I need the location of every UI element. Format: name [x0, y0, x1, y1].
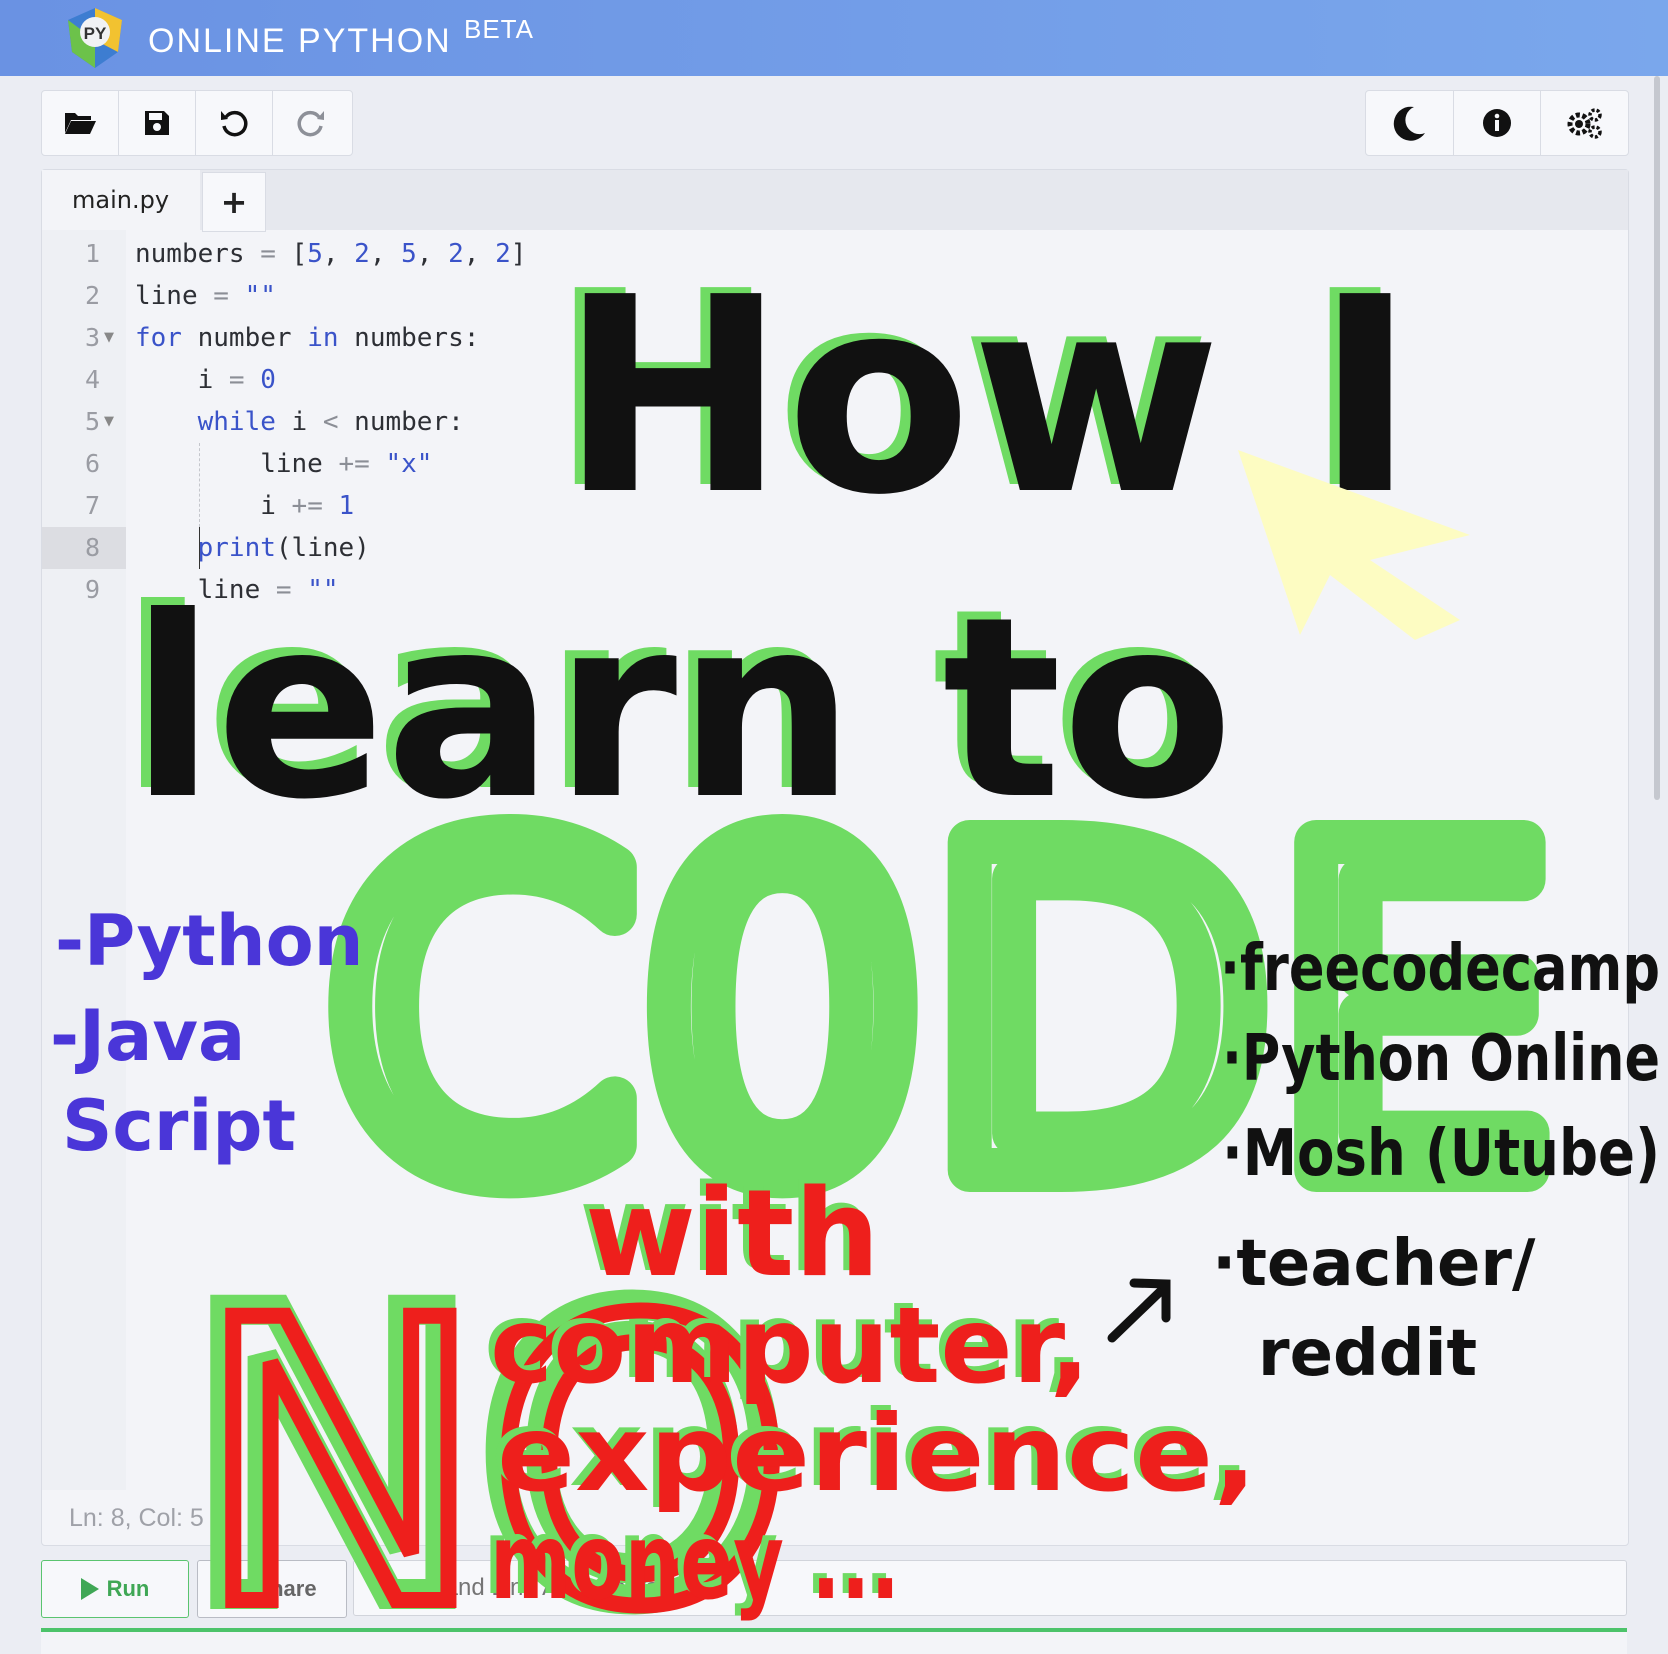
line-number: 7 — [84, 491, 100, 520]
save-icon — [145, 111, 169, 135]
cursor-position-status: Ln: 8, Col: 5 — [69, 1504, 204, 1532]
play-icon — [80, 1578, 99, 1600]
code-line[interactable]: numbers = [5, 2, 5, 2, 2] — [135, 233, 526, 275]
beta-badge: BETA — [464, 14, 534, 44]
code-line[interactable]: i = 0 — [135, 359, 276, 401]
line-number: 9 — [84, 575, 100, 604]
line-number: 5 — [84, 407, 100, 436]
save-file-button[interactable] — [119, 91, 196, 155]
line-number: 3 — [84, 323, 100, 352]
line-number: 2 — [84, 281, 100, 310]
code-line[interactable]: for number in numbers: — [135, 317, 479, 359]
share-label: Share — [255, 1576, 317, 1601]
gears-icon — [1567, 108, 1602, 139]
info-icon — [1483, 109, 1511, 137]
fold-arrow-icon[interactable]: ▼ — [104, 414, 114, 429]
folder-open-icon — [65, 113, 96, 134]
redo-button[interactable] — [273, 91, 349, 155]
app-header: PY ONLINE PYTHON BETA — [0, 0, 1668, 76]
file-toolbar — [41, 90, 353, 156]
run-button[interactable]: Run — [41, 1560, 189, 1618]
info-button[interactable] — [1454, 91, 1542, 155]
share-icon — [229, 1581, 248, 1597]
redo-icon — [297, 110, 324, 137]
code-line[interactable]: print(line) — [135, 527, 370, 569]
code-editor[interactable]: main.py + 1 2 3 ▼ 4 5 ▼ 6 7 8 9 numbers … — [41, 169, 1629, 1546]
undo-icon — [221, 110, 248, 137]
code-line[interactable]: while i < number: — [135, 401, 464, 443]
code-line[interactable]: line += "x" — [135, 443, 432, 485]
moon-icon — [1394, 106, 1426, 141]
tab-bar: main.py + — [42, 170, 1628, 232]
undo-button[interactable] — [196, 91, 273, 155]
dark-mode-button[interactable] — [1366, 91, 1454, 155]
line-number: 6 — [84, 449, 100, 478]
fold-arrow-icon[interactable]: ▼ — [104, 330, 114, 345]
settings-button[interactable] — [1541, 91, 1628, 155]
logo-text: PY — [84, 24, 107, 43]
line-gutter: 1 2 3 ▼ 4 5 ▼ 6 7 8 9 — [42, 230, 126, 1490]
page-scrollbar[interactable] — [1654, 76, 1660, 800]
tab-main-py[interactable]: main.py — [42, 170, 200, 230]
app-title: ONLINE PYTHON — [148, 22, 452, 60]
open-file-button[interactable] — [42, 91, 119, 155]
code-line[interactable]: line = "" — [135, 569, 339, 611]
command-line-input[interactable] — [353, 1560, 1627, 1616]
python-logo-icon: PY — [68, 8, 122, 68]
line-number: 1 — [84, 239, 100, 268]
code-line[interactable]: i += 1 — [135, 485, 354, 527]
output-panel-edge — [41, 1628, 1627, 1654]
code-line[interactable]: line = "" — [135, 275, 276, 317]
settings-toolbar — [1365, 90, 1629, 156]
run-label: Run — [106, 1576, 150, 1601]
add-tab-button[interactable]: + — [202, 172, 266, 232]
line-number-active: 8 — [42, 527, 126, 569]
line-number: 4 — [84, 365, 100, 394]
share-button[interactable]: Share — [197, 1560, 347, 1618]
